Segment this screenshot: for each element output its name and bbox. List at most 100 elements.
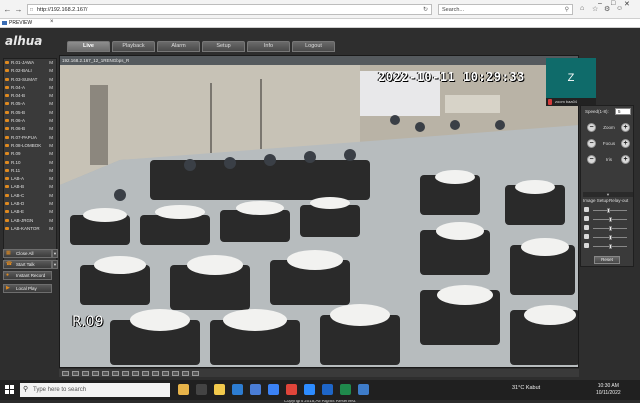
image-setup-tab[interactable]: Image Setup xyxy=(583,198,609,203)
main-stream-toggle[interactable]: M xyxy=(49,100,53,108)
forward-icon[interactable]: → xyxy=(14,5,23,14)
zoom-participant-tile[interactable]: Z zoom baa04 xyxy=(546,58,596,106)
start-talk-button[interactable]: ☎ Start Talk ▼ xyxy=(3,260,58,269)
main-stream-toggle[interactable]: M xyxy=(49,200,53,208)
maximize-icon[interactable]: □ xyxy=(611,0,615,7)
home-icon[interactable]: ⌂ xyxy=(580,5,584,12)
main-stream-toggle[interactable]: M xyxy=(49,150,53,158)
channel-item[interactable]: R.08-LOMBOK M xyxy=(4,142,56,150)
channel-item[interactable]: R.02-BALI M xyxy=(4,67,56,75)
slider-knob[interactable] xyxy=(609,217,612,222)
main-stream-toggle[interactable]: M xyxy=(49,225,53,233)
video-layout-icon[interactable] xyxy=(152,370,159,376)
main-stream-toggle[interactable]: M xyxy=(49,217,53,225)
reset-button[interactable]: Reset xyxy=(594,256,620,264)
main-stream-toggle[interactable]: M xyxy=(49,92,53,100)
close-window-icon[interactable]: ✕ xyxy=(624,0,630,8)
chrome-browser-icon[interactable] xyxy=(286,384,297,395)
image-setting-slider[interactable] xyxy=(584,207,632,214)
image-setting-slider[interactable] xyxy=(584,243,632,250)
main-stream-toggle[interactable]: M xyxy=(49,159,53,167)
collapse-toggle-icon[interactable]: ▼ xyxy=(583,192,633,197)
channel-item[interactable]: R.07-PAPUA M xyxy=(4,134,56,142)
video-layout-icon[interactable] xyxy=(82,370,89,376)
channel-item[interactable]: R.05-A M xyxy=(4,100,56,108)
channel-item[interactable]: LAB-E M xyxy=(4,208,56,216)
iris-open-button[interactable]: + xyxy=(621,155,630,164)
camera-video-feed[interactable]: 192.168.2.167_12_1RENGbps_R 2022-10-11 1… xyxy=(59,55,579,368)
weather-widget[interactable]: 31°C Kabut xyxy=(512,385,540,391)
main-stream-toggle[interactable]: M xyxy=(49,192,53,200)
relay-out-tab[interactable]: Relay-out xyxy=(609,198,628,203)
focus-in-button[interactable]: + xyxy=(621,139,630,148)
channel-item[interactable]: R.09 M xyxy=(4,150,56,158)
main-stream-toggle[interactable]: M xyxy=(49,117,53,125)
system-clock[interactable]: 10:30 AM 10/11/2022 xyxy=(596,383,621,397)
windows-start-icon[interactable] xyxy=(5,385,15,395)
slider-knob[interactable] xyxy=(609,244,612,249)
menu-alarm[interactable]: Alarm xyxy=(157,41,200,52)
tab-close-icon[interactable]: × xyxy=(50,19,54,25)
menu-playback[interactable]: Playback xyxy=(112,41,155,52)
video-layout-icon[interactable] xyxy=(142,370,149,376)
main-stream-toggle[interactable]: M xyxy=(49,142,53,150)
video-layout-icon[interactable] xyxy=(62,370,69,376)
channel-item[interactable]: LAB-A M xyxy=(4,175,56,183)
video-layout-icon[interactable] xyxy=(102,370,109,376)
channel-item[interactable]: LAB-D M xyxy=(4,200,56,208)
file-explorer-icon[interactable] xyxy=(214,384,225,395)
main-stream-toggle[interactable]: M xyxy=(49,67,53,75)
channel-item[interactable]: LAB-JRGN M xyxy=(4,217,56,225)
image-setting-slider[interactable] xyxy=(584,225,632,232)
channel-item[interactable]: LAB-B M xyxy=(4,183,56,191)
slider-knob[interactable] xyxy=(609,235,612,240)
channel-item[interactable]: R.04-A M xyxy=(4,84,56,92)
video-layout-icon[interactable] xyxy=(182,370,189,376)
photos-app-icon[interactable] xyxy=(178,384,189,395)
image-setting-slider[interactable] xyxy=(584,234,632,241)
excel-app-icon[interactable] xyxy=(340,384,351,395)
settings-gear-icon[interactable]: ⚙ xyxy=(604,5,610,13)
zoom-in-button[interactable]: + xyxy=(621,123,630,132)
menu-logout[interactable]: Logout xyxy=(292,41,335,52)
channel-item[interactable]: R.03-SUMAT M xyxy=(4,76,56,84)
edge-browser-icon[interactable] xyxy=(232,384,243,395)
main-stream-toggle[interactable]: M xyxy=(49,175,53,183)
slider-knob[interactable] xyxy=(609,226,612,231)
browser-search-box[interactable]: Search... ⚲ xyxy=(438,4,573,15)
video-layout-icon[interactable] xyxy=(162,370,169,376)
local-play-button[interactable]: ▶ Local Play xyxy=(3,284,52,293)
channel-item[interactable]: R.04-B M xyxy=(4,92,56,100)
internet-explorer-icon[interactable] xyxy=(358,384,369,395)
main-stream-toggle[interactable]: M xyxy=(49,76,53,84)
channel-item[interactable]: R.10 M xyxy=(4,159,56,167)
main-stream-toggle[interactable]: M xyxy=(49,109,53,117)
video-layout-icon[interactable] xyxy=(132,370,139,376)
main-stream-toggle[interactable]: M xyxy=(49,84,53,92)
image-setting-slider[interactable] xyxy=(584,216,632,223)
menu-live[interactable]: Live xyxy=(67,41,110,52)
main-stream-toggle[interactable]: M xyxy=(49,134,53,142)
channel-item[interactable]: R.11 M xyxy=(4,167,56,175)
main-stream-toggle[interactable]: M xyxy=(49,183,53,191)
search-icon[interactable]: ⚲ xyxy=(565,6,569,13)
address-bar[interactable]: □ http://192.168.2.167/ ↻ xyxy=(27,4,432,15)
slider-knob[interactable] xyxy=(607,208,611,213)
video-layout-icon[interactable] xyxy=(172,370,179,376)
close-all-button[interactable]: ▦ Close All ▼ xyxy=(3,249,58,258)
speed-select[interactable]: 5 xyxy=(615,108,631,115)
video-layout-icon[interactable] xyxy=(72,370,79,376)
video-layout-icon[interactable] xyxy=(92,370,99,376)
layout-dropdown-icon[interactable]: ▼ xyxy=(52,249,58,258)
store-icon[interactable] xyxy=(250,384,261,395)
main-stream-toggle[interactable]: M xyxy=(49,59,53,67)
zoom-out-button[interactable]: − xyxy=(587,123,596,132)
video-layout-icon[interactable] xyxy=(122,370,129,376)
word-app-icon[interactable] xyxy=(322,384,333,395)
back-icon[interactable]: ← xyxy=(3,5,12,14)
channel-item[interactable]: LAB-KANTOR M xyxy=(4,225,56,233)
channel-item[interactable]: R.06-B M xyxy=(4,125,56,133)
menu-setup[interactable]: Setup xyxy=(202,41,245,52)
task-view-icon[interactable] xyxy=(196,384,207,395)
taskbar-search-box[interactable]: ⚲ Type here to search xyxy=(20,383,170,397)
